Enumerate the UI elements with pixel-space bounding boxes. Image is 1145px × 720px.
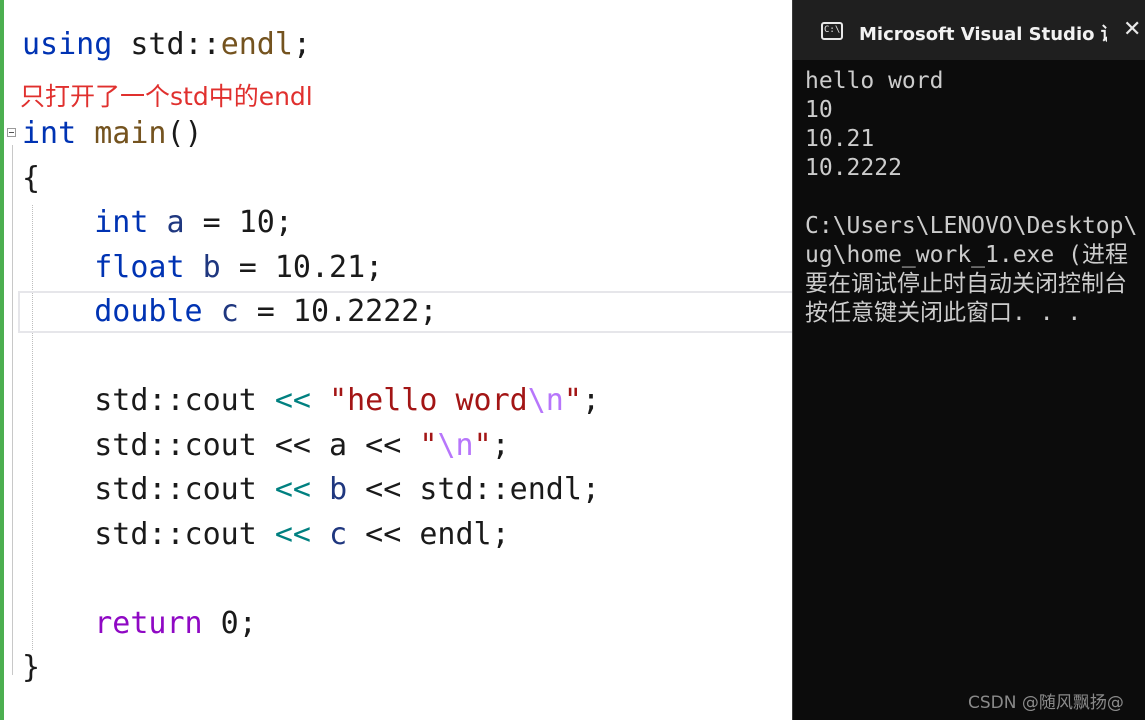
change-indicator-bar [0,0,4,720]
variable: c [220,294,239,329]
press-key-message: 按任意键关闭此窗口. . . [805,300,1082,326]
code-line-using[interactable]: using std::endl; [22,25,311,65]
string-literal: " [419,428,438,463]
console-icon-label: C:\ [824,25,841,35]
output-line-1: hello word [805,68,944,94]
variable: a [166,205,185,240]
variable: c [329,517,348,552]
code-line-cout-2[interactable]: std::cout << a << "\n"; [22,426,510,466]
code-line-cout-3[interactable]: std::cout << b << std::endl; [22,470,600,510]
keyword: using [22,27,113,62]
variable: b [202,250,221,285]
escape-sequence: \n [527,383,564,418]
collapse-toggle-icon[interactable] [7,128,16,137]
output-line-4: 10.2222 [805,155,902,181]
code-text: << a << [256,428,420,463]
keyword: int [94,205,149,240]
code-line-return[interactable]: return 0; [22,604,257,644]
auto-close-message: 要在调试停止时自动关闭控制台 [805,271,1127,297]
namespace-text: std:: [112,27,221,62]
annotation-text: 只打开了一个std中的endl [20,82,313,111]
identifier: endl [220,27,293,62]
debug-console-window[interactable]: C:\ Microsoft Visual Studio 调试控制台 ✕ hell… [792,0,1145,720]
punctuation: ; [292,27,311,62]
brace: { [22,161,41,196]
code-text: << endl; [347,517,510,552]
watermark: CSDN @随风飘扬@ [968,693,1124,713]
console-titlebar[interactable]: C:\ Microsoft Visual Studio 调试控制台 ✕ [793,0,1145,60]
string-literal: "hello word [329,383,528,418]
code-text: = 10.2222; [238,294,438,329]
variable: b [329,472,348,507]
console-title: Microsoft Visual Studio 调试控制台 [859,24,1107,45]
object: std::cout [94,517,257,552]
keyword: return [94,606,203,641]
operator: << [274,517,311,552]
keyword: double [94,294,203,329]
string-literal: " [473,428,492,463]
function-name: main [94,116,167,151]
keyword: float [94,250,185,285]
punctuation: ; [491,428,510,463]
code-line-decl-c[interactable]: double c = 10.2222; [22,292,437,332]
operator: << [274,472,311,507]
outline-line [12,145,13,675]
code-text: 0; [202,606,257,641]
code-text: = 10; [184,205,293,240]
code-text: = 10.21; [220,250,384,285]
code-line-close-brace[interactable]: } [22,648,40,688]
object: std::cout [94,428,257,463]
object: std::cout [94,472,257,507]
code-line-open-brace[interactable]: { [22,159,40,199]
output-line-3: 10.21 [805,126,875,152]
brace: } [22,650,41,685]
exit-path-line-1: C:\Users\LENOVO\Desktop\ [805,213,1138,239]
code-text: << std::endl; [347,472,600,507]
code-line-cout-1[interactable]: std::cout << "hello word\n"; [22,381,600,421]
escape-sequence: \n [437,428,474,463]
code-line-decl-a[interactable]: int a = 10; [22,203,293,243]
output-line-2: 10 [805,97,833,123]
exit-path-line-2: ug\home_work_1.exe (进程 [805,242,1128,268]
code-editor[interactable]: using std::endl; 只打开了一个std中的endl int mai… [0,0,792,720]
close-icon[interactable]: ✕ [1123,16,1141,44]
punctuation: () [166,116,203,151]
string-literal: " [563,383,582,418]
operator: << [274,383,311,418]
punctuation: ; [581,383,600,418]
code-line-main[interactable]: int main() [22,114,203,154]
code-line-decl-b[interactable]: float b = 10.21; [22,248,383,288]
object: std::cout [94,383,257,418]
keyword: int [22,116,77,151]
code-line-cout-4[interactable]: std::cout << c << endl; [22,515,510,555]
console-icon: C:\ [821,22,843,40]
